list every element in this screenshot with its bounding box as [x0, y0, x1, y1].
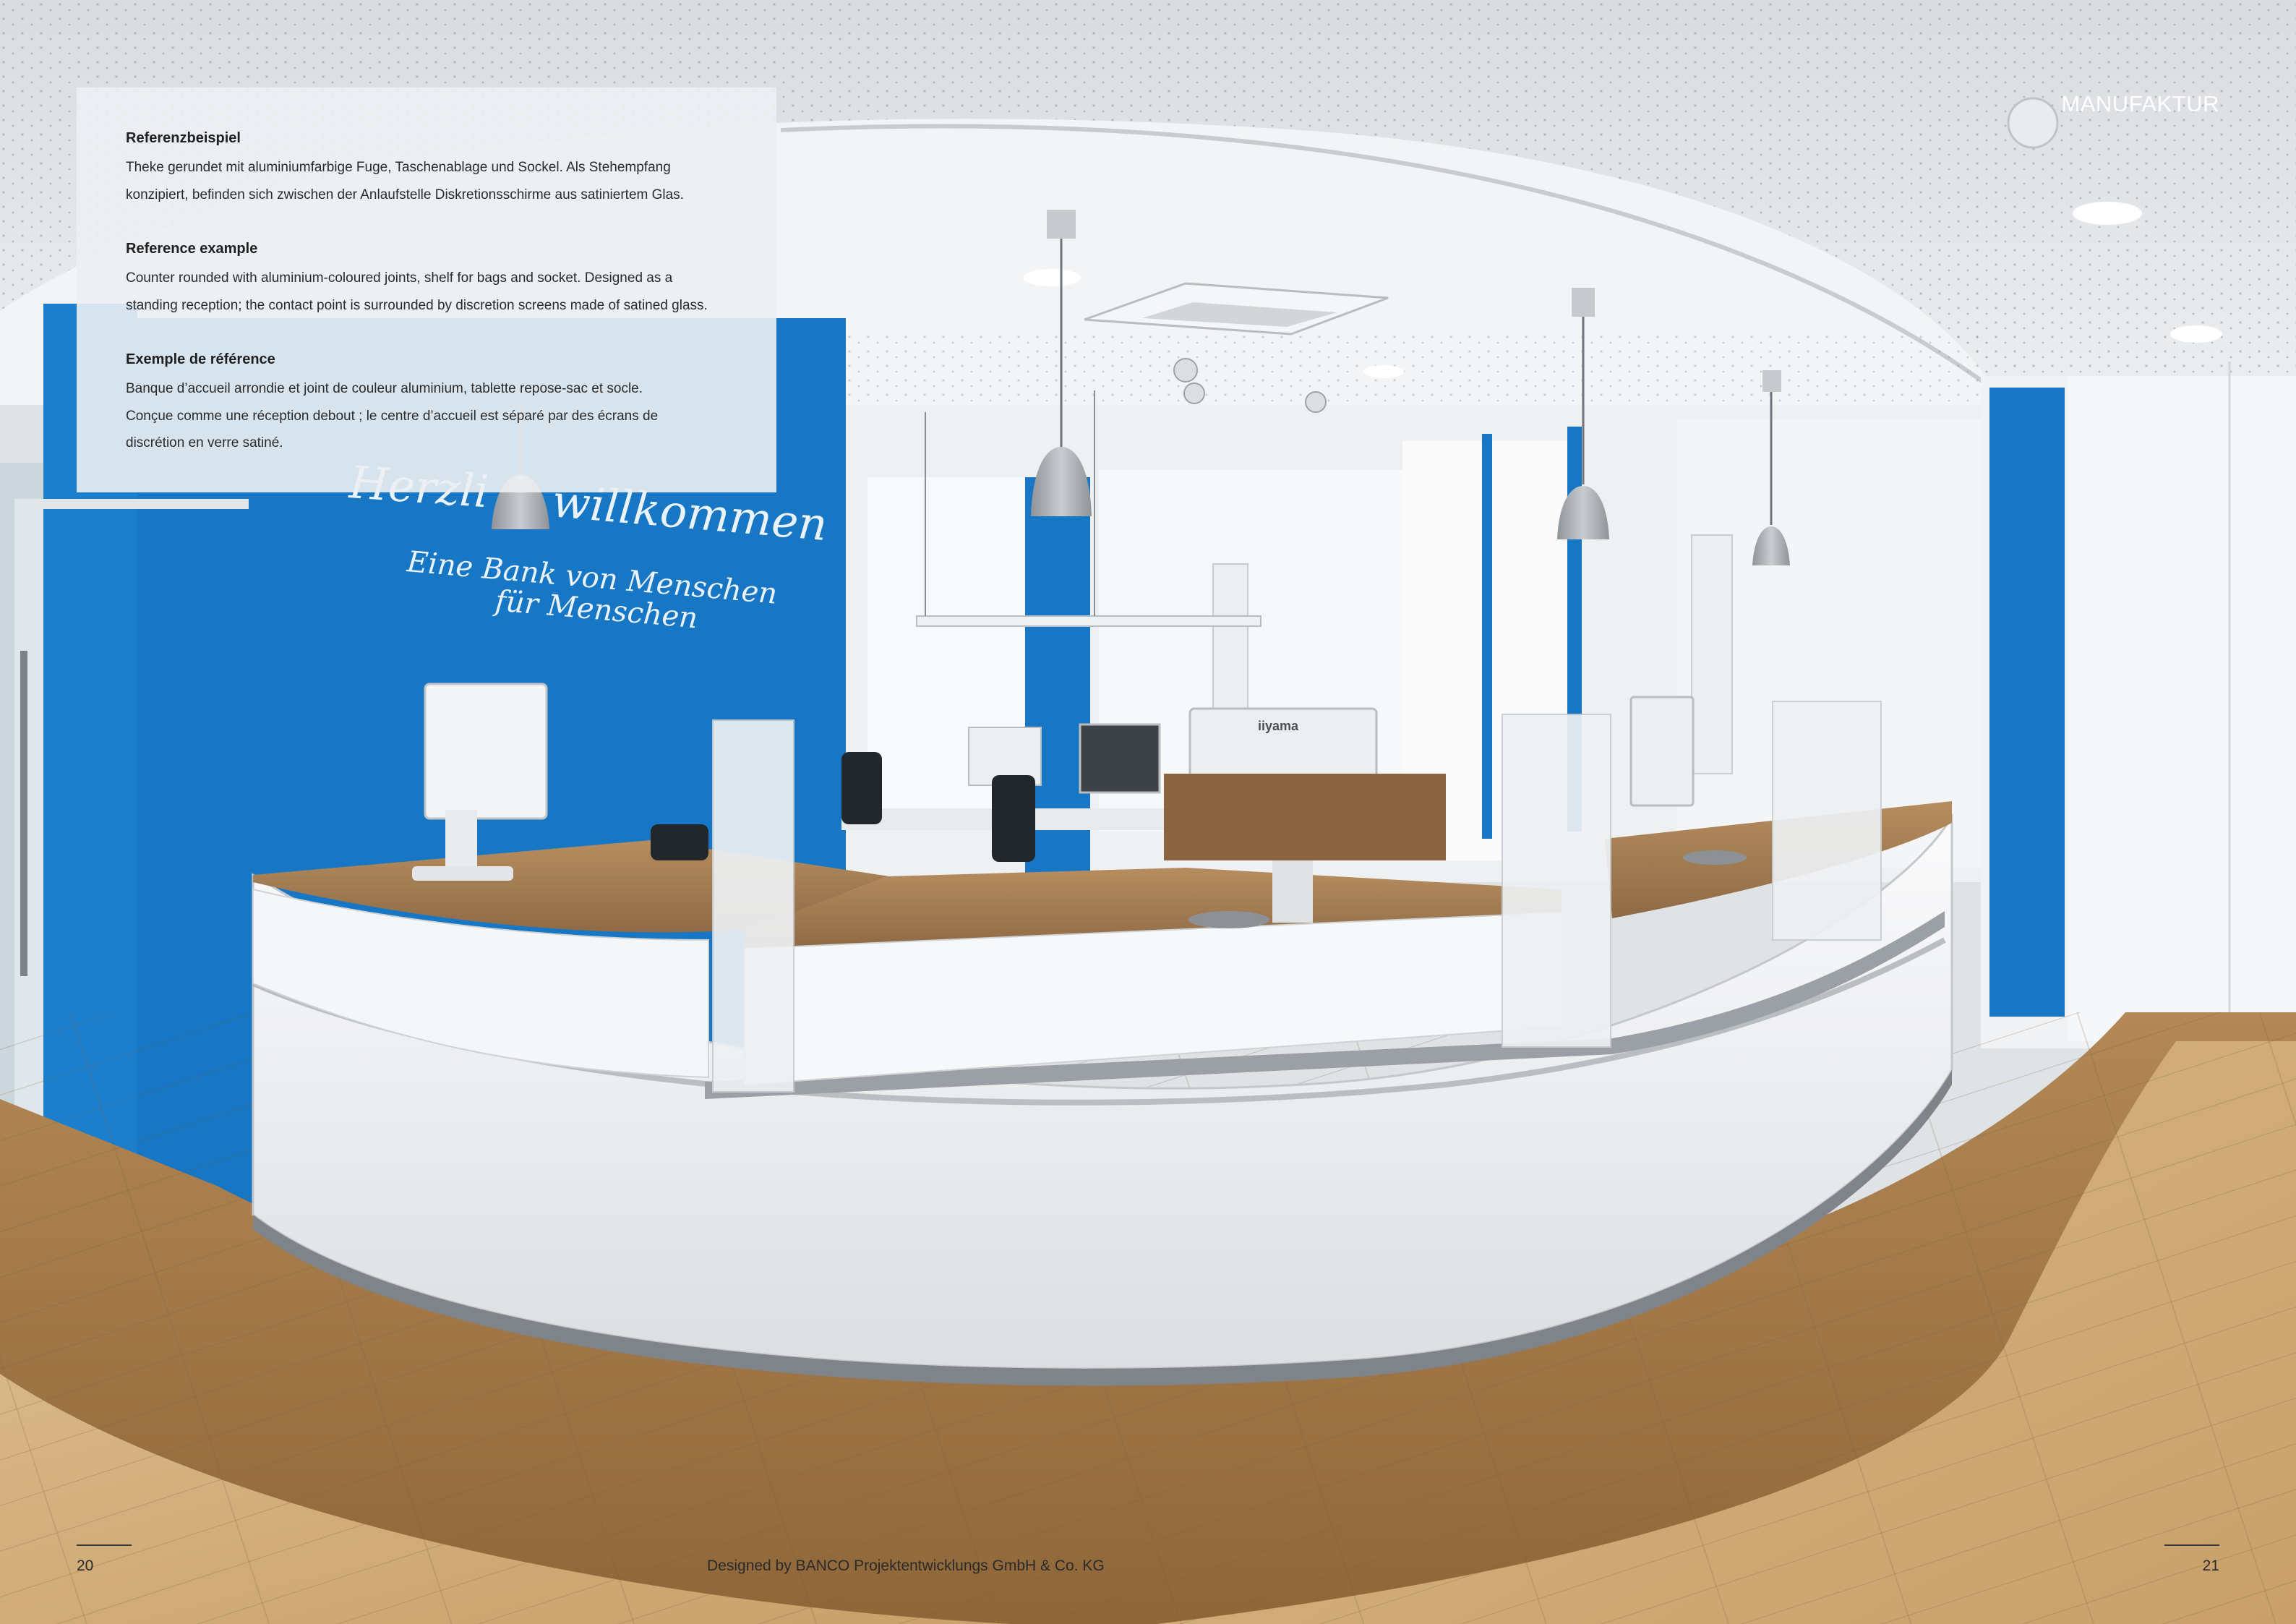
ceiling-light [1363, 365, 1404, 378]
page-number-left: 20 [77, 1557, 94, 1574]
description-line: Conçue comme une réception debout ; le c… [126, 408, 659, 424]
page-number-right: 21 [2202, 1557, 2219, 1574]
description-block-en: Reference example Counter rounded with a… [126, 237, 726, 319]
description-heading: Referenzbeispiel [126, 130, 241, 146]
description-line: Banque d’accueil arrondie et joint de co… [126, 381, 643, 396]
description-line: Theke gerundet mit aluminiumfarbige Fuge… [126, 160, 671, 175]
folio-rule [77, 1544, 132, 1546]
ceiling-light [1023, 269, 1081, 286]
description-block-fr: Exemple de référence Banque d’accueil ar… [126, 348, 726, 457]
discretion-screen [1772, 701, 1882, 941]
discretion-screen [712, 719, 794, 1093]
description-block-de: Referenzbeispiel Theke gerundet mit alum… [126, 127, 726, 208]
description-heading: Exemple de référence [126, 351, 275, 367]
ceiling-light [2170, 325, 2222, 343]
description-line: Counter rounded with aluminium-coloured … [126, 270, 673, 286]
description-line: discrétion en verre satiné. [126, 435, 283, 450]
section-label: MANUFAKTUR [2061, 91, 2219, 116]
discretion-screen [1502, 714, 1611, 1048]
linear-light [916, 615, 1261, 627]
folio-rule [2164, 1544, 2219, 1546]
ceiling-light [2073, 202, 2142, 225]
description-panel: Referenzbeispiel Theke gerundet mit alum… [77, 87, 776, 492]
blue-wall-panel [1989, 388, 2065, 1017]
monitor-brand: iiyama [1258, 719, 1299, 733]
description-line: standing reception; the contact point is… [126, 297, 708, 313]
designer-credit: Designed by BANCO Projektentwicklungs Gm… [707, 1557, 1105, 1574]
description-line: konzipiert, befinden sich zwischen der A… [126, 187, 684, 202]
description-heading: Reference example [126, 241, 258, 257]
